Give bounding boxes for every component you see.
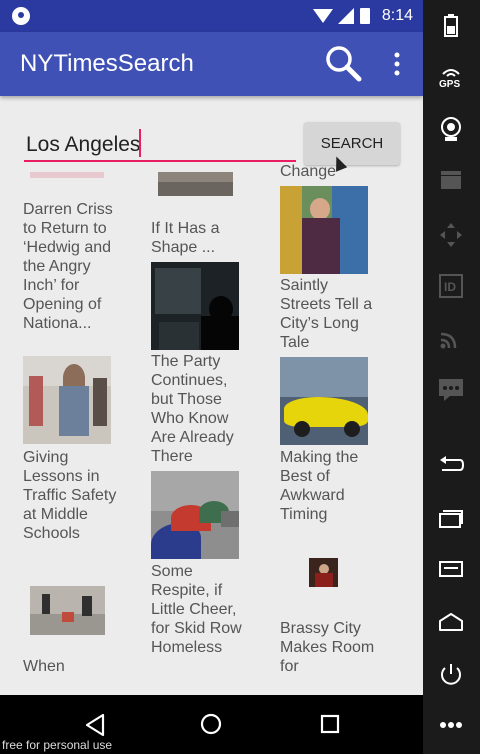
article-thumbnail[interactable] <box>23 356 111 444</box>
home-icon[interactable] <box>200 713 222 735</box>
app-title: NYTimesSearch <box>20 50 194 77</box>
phone-screen: 8:14 NYTimesSearch SEARCH Change Darren … <box>0 0 423 754</box>
article-thumbnail[interactable] <box>280 357 368 445</box>
app-bar: NYTimesSearch <box>0 32 423 96</box>
article-headline[interactable]: Darren Criss to Return to ‘Hedwig and th… <box>23 200 119 333</box>
battery-emulator-icon[interactable] <box>441 14 461 38</box>
status-time: 8:14 <box>381 7 413 24</box>
article-thumbnail[interactable] <box>30 172 104 178</box>
search-icon[interactable] <box>324 44 362 82</box>
watermark: free for personal use <box>2 738 113 752</box>
article-thumbnail[interactable] <box>309 558 338 587</box>
wifi-icon <box>313 9 333 23</box>
camera-icon[interactable] <box>439 116 463 142</box>
article-headline[interactable]: Saintly Streets Tell a City’s Long Tale <box>280 276 376 352</box>
media-icon[interactable] <box>440 170 462 190</box>
menu-emulator-icon[interactable] <box>439 560 463 578</box>
more-options-icon[interactable] <box>439 720 463 730</box>
battery-icon <box>360 8 370 24</box>
device-id-icon[interactable]: ID <box>439 274 463 298</box>
signal-icon <box>338 8 354 24</box>
article-thumbnail[interactable] <box>158 172 233 196</box>
article-headline[interactable]: Brassy City Makes Room for <box>280 619 376 676</box>
status-bar: 8:14 <box>0 0 423 32</box>
svg-text:ID: ID <box>444 280 456 294</box>
article-headline[interactable]: Change <box>280 162 376 181</box>
home-emulator-icon[interactable] <box>438 612 464 632</box>
cast-icon[interactable] <box>439 326 463 350</box>
search-input-underline <box>24 160 296 162</box>
notification-icon <box>12 7 30 25</box>
search-button[interactable]: SEARCH <box>304 122 400 165</box>
messages-icon[interactable] <box>438 378 464 402</box>
overflow-menu-icon[interactable] <box>388 50 406 78</box>
text-cursor <box>139 129 141 157</box>
svg-text:GPS: GPS <box>439 79 460 88</box>
article-thumbnail[interactable] <box>151 262 239 350</box>
article-thumbnail[interactable] <box>151 471 239 559</box>
article-headline[interactable]: Giving Lessons in Traffic Safety at Midd… <box>23 448 119 543</box>
article-thumbnail[interactable] <box>30 586 105 635</box>
emulator-side-toolbar: GPS ID <box>423 0 480 754</box>
article-headline[interactable]: If It Has a Shape ... <box>151 219 247 257</box>
gps-icon[interactable]: GPS <box>437 66 465 88</box>
article-headline[interactable]: When <box>23 657 119 676</box>
dpad-icon[interactable] <box>439 222 463 248</box>
search-input[interactable] <box>24 127 300 163</box>
power-icon[interactable] <box>439 662 463 688</box>
back-icon[interactable] <box>84 713 106 737</box>
recents-icon[interactable] <box>320 714 340 734</box>
article-thumbnail[interactable] <box>280 186 368 274</box>
article-headline[interactable]: Some Respite, if Little Cheer, for Skid … <box>151 562 247 657</box>
article-headline[interactable]: The Party Continues, but Those Who Know … <box>151 352 247 466</box>
article-headline[interactable]: Making the Best of Awkward Timing <box>280 448 376 524</box>
recent-apps-icon[interactable] <box>439 508 463 528</box>
results-content: SEARCH Change Darren Criss to Return to … <box>0 96 423 695</box>
back-emulator-icon[interactable] <box>438 456 464 474</box>
